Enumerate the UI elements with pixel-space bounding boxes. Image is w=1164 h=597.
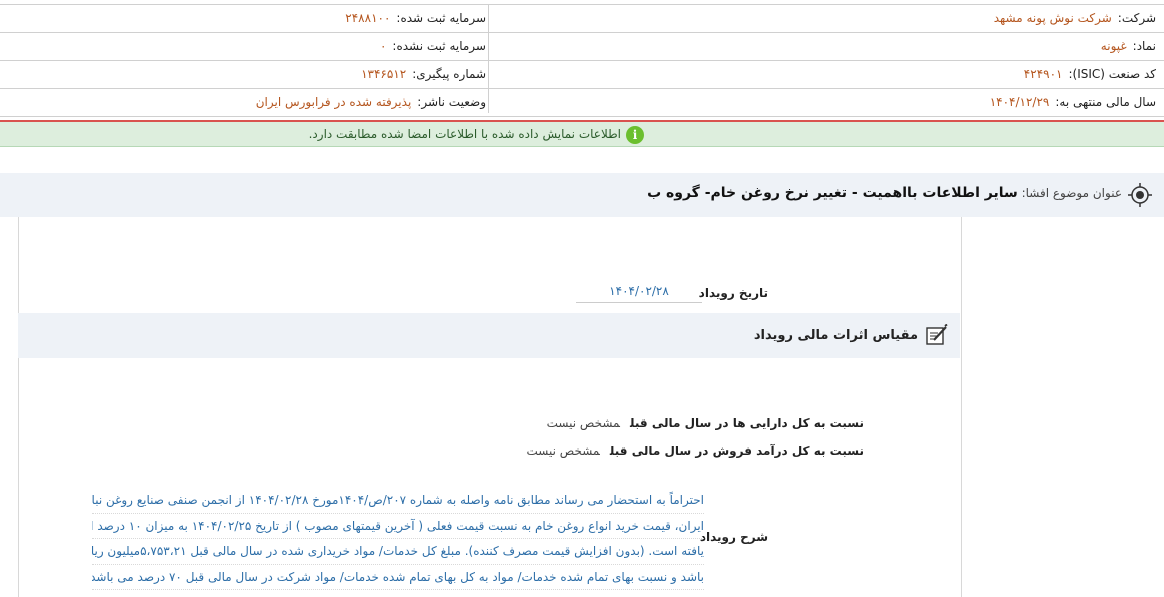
company-value: شرکت نوش پونه مشهد [993,11,1112,25]
tracking-value: ۱۳۴۶۵۱۲ [361,67,407,81]
publisher-status-label: وضعیت ناشر: [417,95,486,109]
event-date-value: ۱۴۰۴/۰۲/۲۸ [576,284,702,303]
financial-effects-title: مقیاس اثرات مالی رویداد [753,328,918,343]
event-description-text: احتراماً به استحضار می رساند مطابق نامه … [92,488,704,590]
title-label: عنوان موضوع افشا: [1021,186,1122,200]
title-value: سایر اطلاعات بااهمیت - تغییر نرخ روغن خا… [647,185,1018,201]
company-info-table: شرکت: شرکت نوش پونه مشهد سرمایه ثبت شده: ۲… [0,4,1164,117]
event-description-label: شرح رویداد [699,530,768,544]
description-line: ایران، قیمت خرید انواع روغن خام به نسبت … [92,514,704,539]
isic-value: ۴۲۴۹۰۱ [1023,67,1063,81]
fiscal-year-label: سال مالی منتهی به: [1055,95,1156,109]
symbol-cell: نماد: غپونه [1101,33,1156,60]
registered-capital-cell: سرمایه ثبت شده: ۲۴۸۸۱۰۰ [345,5,486,32]
disclosure-title-bar: عنوان موضوع افشا: سایر اطلاعات بااهمیت -… [0,173,1164,217]
event-date-label: تاریخ رویداد [698,286,768,300]
company-label: شرکت: [1117,11,1156,25]
publisher-status-cell: وضعیت ناشر: پذیرفته شده در فرابورس ایران [256,89,486,116]
publisher-status-value: پذیرفته شده در فرابورس ایران [255,95,412,109]
column-divider [488,5,489,113]
metric-assets-value: مشخص نیست [546,416,620,430]
company-cell: شرکت: شرکت نوش پونه مشهد [994,5,1156,32]
info-row-isic: کد صنعت (ISIC): ۴۲۴۹۰۱ شماره پیگیری: ۱۳۴۶۵… [0,61,1164,89]
target-icon [1128,183,1152,207]
fiscal-year-cell: سال مالی منتهی به: ۱۴۰۴/۱۲/۲۹ [990,89,1156,116]
fiscal-year-value: ۱۴۰۴/۱۲/۲۹ [989,95,1050,109]
info-row-symbol: نماد: غپونه سرمایه ثبت نشده: ۰ [0,33,1164,61]
info-row-company: شرکت: شرکت نوش پونه مشهد سرمایه ثبت شده: ۲… [0,5,1164,33]
info-row-fiscal-year: سال مالی منتهی به: ۱۴۰۴/۱۲/۲۹ وضعیت ناشر:… [0,89,1164,117]
isic-label: کد صنعت (ISIC): [1068,67,1156,81]
signature-match-notice: i اطلاعات نمایش داده شده با اطلاعات امضا … [0,122,1164,147]
info-icon: i [626,125,644,144]
metric-revenue-label: نسبت به کل درآمد فروش در سال مالی قبل [609,444,864,458]
notice-content: i اطلاعات نمایش داده شده با اطلاعات امضا … [309,122,644,146]
description-line: احتراماً به استحضار می رساند مطابق نامه … [92,488,704,514]
metric-revenue: نسبت به کل درآمد فروش در سال مالی قبل مشخ… [527,444,864,458]
unregistered-capital-value: ۰ [379,39,387,53]
edit-note-icon [926,324,948,345]
tracking-cell: شماره پیگیری: ۱۳۴۶۵۱۲ [361,61,486,88]
symbol-label: نماد: [1132,39,1156,53]
description-line: باشد و نسبت بهای تمام شده خدمات/ مواد به… [92,565,704,590]
description-line: یافته است. (بدون افزایش قیمت مصرف کننده)… [92,539,704,565]
unregistered-capital-label: سرمایه ثبت نشده: [392,39,486,53]
disclosure-title: عنوان موضوع افشا: سایر اطلاعات بااهمیت -… [647,173,1122,217]
registered-capital-value: ۲۴۸۸۱۰۰ [345,11,391,25]
metric-assets-label: نسبت به کل دارایی ها در سال مالی قبل [630,416,864,430]
metric-assets: نسبت به کل دارایی ها در سال مالی قبل مشخص… [547,416,864,430]
notice-text: اطلاعات نمایش داده شده با اطلاعات امضا ش… [308,127,621,141]
unregistered-capital-cell: سرمایه ثبت نشده: ۰ [380,33,486,60]
financial-effects-section: مقیاس اثرات مالی رویداد [18,313,960,358]
metric-revenue-value: مشخص نیست [526,444,600,458]
symbol-value[interactable]: غپونه [1101,39,1127,53]
registered-capital-label: سرمایه ثبت شده: [396,11,486,25]
tracking-label: شماره پیگیری: [412,67,486,81]
isic-cell: کد صنعت (ISIC): ۴۲۴۹۰۱ [1024,61,1156,88]
